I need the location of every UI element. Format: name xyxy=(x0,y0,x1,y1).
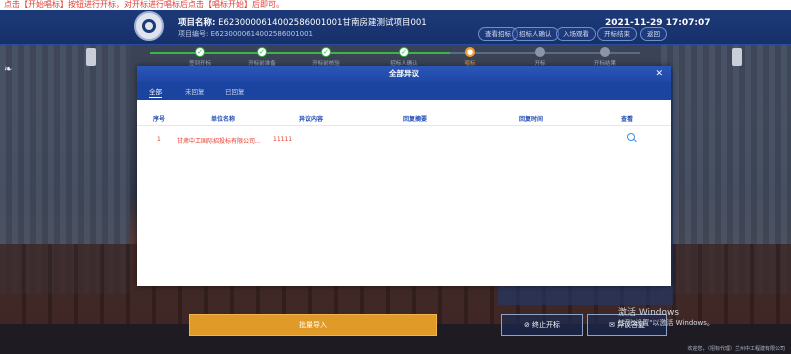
logo-icon xyxy=(142,19,156,33)
check-icon: ✓ xyxy=(399,47,409,57)
modal-tabs: 全部 未回复 已回复 xyxy=(137,82,671,100)
step-4[interactable]: ✓ 招标人确认 xyxy=(369,46,439,67)
watermark-line1: 激活 Windows xyxy=(618,308,680,318)
project-name-label: 项目名称: xyxy=(178,18,216,28)
footer-note: 欢迎您，（招标代理）兰州中工程建有限公司 xyxy=(687,346,785,352)
step-6[interactable]: 开标 xyxy=(505,46,575,67)
col-time: 回复时间 xyxy=(519,116,544,123)
objection-modal: 全部异议 ✕ 全部 未回复 已回复 序号 单位名称 异议内容 回复摘要 回复时间… xyxy=(137,66,671,286)
current-step-icon: ● xyxy=(465,47,475,57)
row-unit: 甘肃中工国际招投标有限公司... xyxy=(177,138,261,145)
check-icon: ✓ xyxy=(257,47,267,57)
project-code: 项目编号: E6230000614002586001001 xyxy=(178,29,313,39)
datetime: 2021-11-29 17:07:07 xyxy=(605,18,711,28)
step-2[interactable]: ✓ 开标前准备 xyxy=(227,46,297,67)
table-row[interactable]: 1 甘肃中工国际招投标有限公司... 11111 xyxy=(137,133,671,147)
stop-bid-button[interactable]: ⊘ 终止开标 xyxy=(501,314,583,336)
chat-icon: ✉ xyxy=(608,321,618,329)
header-bar: 项目名称: E6230000614002586001001甘南房建测试项目001… xyxy=(0,10,791,45)
project-name: 项目名称: E6230000614002586001001甘南房建测试项目001 xyxy=(178,16,427,28)
instruction-strip: 点击【开始唱标】按钮进行开标，对开标进行唱标后点击【唱标开始】后即可。 xyxy=(0,0,791,10)
tenderer-confirm-button[interactable]: 招标人确认 xyxy=(512,27,559,41)
windows-activation-watermark: 激活 Windows 转到"设置"以激活 Windows。 xyxy=(618,305,714,328)
table-header: 序号 单位名称 异议内容 回复摘要 回复时间 查看 xyxy=(137,111,671,126)
project-name-value: E6230000614002586001001甘南房建测试项目001 xyxy=(218,18,427,28)
pending-step-icon xyxy=(535,47,545,57)
side-handle-right[interactable] xyxy=(732,48,742,66)
check-icon: ✓ xyxy=(195,47,205,57)
step-1[interactable]: ✓ 签到开标 xyxy=(165,46,235,67)
bird-icon: ❧ xyxy=(4,64,13,75)
pending-step-icon xyxy=(600,47,610,57)
tab-all[interactable]: 全部 xyxy=(149,86,162,98)
logo xyxy=(134,11,164,41)
project-code-value: E6230000614002586001001 xyxy=(210,30,313,38)
col-content: 异议内容 xyxy=(299,116,324,123)
stop-icon: ⊘ xyxy=(523,321,533,329)
modal-title-text: 全部异议 xyxy=(389,69,419,78)
project-code-label: 项目编号: xyxy=(178,30,209,38)
col-seq: 序号 xyxy=(153,116,166,123)
progress-steps: ✓ 签到开标 ✓ 开标前准备 ✓ 开标前核验 ✓ 招标人确认 ● 唱标 开标 开标结果 xyxy=(150,46,640,68)
enter-watch-button[interactable]: 入场观看 xyxy=(556,27,596,41)
close-icon[interactable]: ✕ xyxy=(655,66,663,82)
back-button[interactable]: 返回 xyxy=(640,27,667,41)
col-view: 查看 xyxy=(621,116,634,123)
watermark-line2: 转到"设置"以激活 Windows。 xyxy=(618,319,714,327)
stop-bid-label: 终止开标 xyxy=(532,321,561,329)
step-3[interactable]: ✓ 开标前核验 xyxy=(291,46,361,67)
row-content: 11111 xyxy=(273,136,293,143)
tab-unreplied[interactable]: 未回复 xyxy=(185,86,205,96)
col-unit: 单位名称 xyxy=(211,116,236,123)
search-icon[interactable] xyxy=(627,133,635,141)
step-7[interactable]: 开标结果 xyxy=(570,46,640,67)
side-handle-left[interactable] xyxy=(86,48,96,66)
bid-end-button[interactable]: 开标结束 xyxy=(597,27,637,41)
tab-replied[interactable]: 已回复 xyxy=(225,86,245,96)
modal-title: 全部异议 ✕ xyxy=(137,66,671,82)
check-icon: ✓ xyxy=(321,47,331,57)
col-summary: 回复摘要 xyxy=(403,116,428,123)
step-5[interactable]: ● 唱标 xyxy=(435,46,505,67)
row-seq: 1 xyxy=(157,136,161,143)
batch-import-button[interactable]: 批量导入 xyxy=(189,314,437,336)
